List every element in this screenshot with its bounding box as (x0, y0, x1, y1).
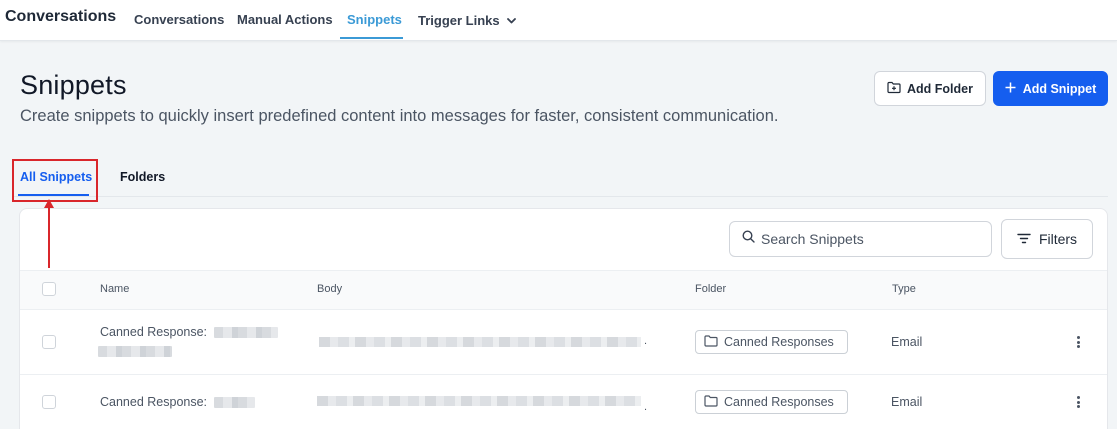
plus-icon (1005, 82, 1016, 96)
page-subtitle: Create snippets to quickly insert predef… (20, 107, 779, 125)
column-header-body[interactable]: Body (317, 283, 342, 295)
row-divider (20, 374, 1107, 375)
folder-chip-label: Canned Responses (724, 335, 834, 349)
nav-conversations[interactable]: Conversations (134, 12, 224, 27)
folder-icon (704, 394, 718, 410)
body-ellipsis: . (644, 335, 648, 347)
annotation-highlight-box (12, 159, 98, 202)
chevron-down-icon (507, 12, 517, 27)
nav-trigger-links[interactable]: Trigger Links (418, 12, 517, 28)
nav-manual-actions[interactable]: Manual Actions (237, 12, 333, 27)
snippet-name-label: Canned Response: (100, 395, 208, 409)
table-header (20, 270, 1107, 310)
column-header-type[interactable]: Type (892, 283, 916, 295)
search-box[interactable] (729, 221, 992, 257)
redacted-text (98, 346, 172, 357)
snippet-name[interactable]: Canned Response: (100, 325, 278, 339)
row-actions-kebab-icon[interactable] (1071, 334, 1085, 350)
folder-chip-label: Canned Responses (724, 395, 834, 409)
annotation-arrow-line (48, 206, 50, 268)
search-icon (742, 230, 755, 248)
column-header-folder[interactable]: Folder (695, 283, 726, 295)
folder-plus-icon (887, 81, 901, 97)
top-nav: Conversations Conversations Manual Actio… (0, 0, 1117, 41)
snippet-name-label: Canned Response: (100, 325, 208, 339)
folder-chip: Canned Responses (695, 390, 848, 414)
nav-active-indicator (340, 37, 403, 39)
search-input[interactable] (761, 231, 981, 247)
add-folder-label: Add Folder (907, 81, 973, 96)
row-actions-kebab-icon[interactable] (1071, 394, 1085, 410)
snippet-body-redacted (319, 337, 641, 347)
folder-chip: Canned Responses (695, 330, 848, 354)
add-folder-button[interactable]: Add Folder (874, 71, 986, 106)
add-snippet-label: Add Snippet (1022, 81, 1097, 96)
filter-lines-icon (1017, 231, 1031, 247)
snippet-name[interactable]: Canned Response: (100, 395, 255, 409)
add-snippet-button[interactable]: Add Snippet (993, 71, 1108, 106)
snippet-type: Email (891, 395, 923, 409)
app-title: Conversations (5, 8, 117, 25)
redacted-text (213, 397, 255, 409)
nav-trigger-links-label: Trigger Links (418, 13, 500, 28)
folder-icon (704, 334, 718, 350)
select-all-checkbox[interactable] (42, 282, 56, 296)
filters-button[interactable]: Filters (1001, 219, 1093, 259)
tab-folders[interactable]: Folders (120, 170, 165, 184)
snippet-body-redacted (317, 396, 641, 406)
redacted-text (213, 327, 278, 339)
row-checkbox[interactable] (42, 395, 56, 409)
page-title: Snippets (20, 70, 127, 100)
body-ellipsis: . (644, 401, 648, 413)
snippet-type: Email (891, 335, 923, 349)
row-checkbox[interactable] (42, 335, 56, 349)
column-header-name[interactable]: Name (100, 283, 129, 295)
filters-label: Filters (1038, 231, 1078, 247)
tabs-divider (14, 196, 1108, 197)
nav-snippets[interactable]: Snippets (347, 12, 402, 27)
